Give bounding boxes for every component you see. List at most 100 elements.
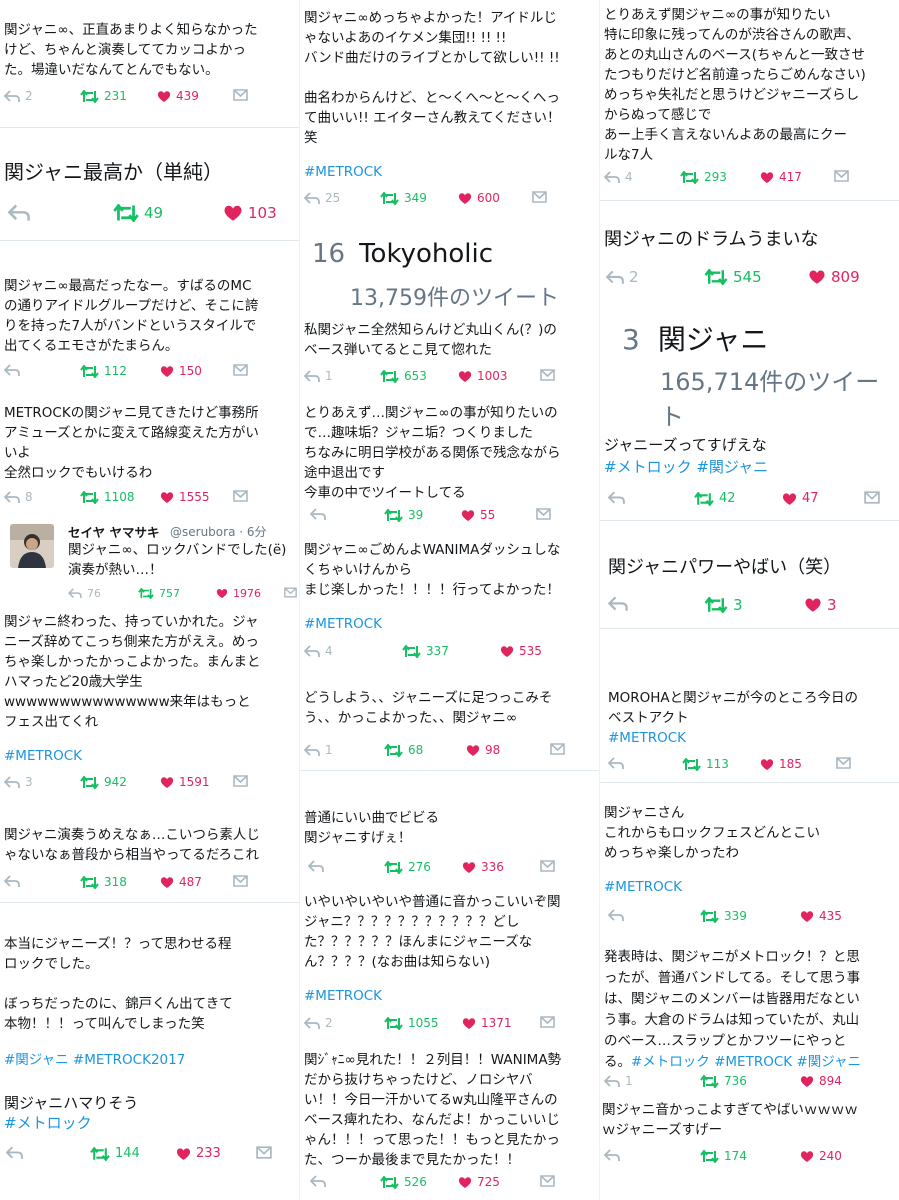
dm-button[interactable] [550, 743, 565, 755]
dm-button[interactable] [233, 89, 248, 101]
like-button[interactable]: 439 [157, 89, 199, 103]
retweet-button[interactable]: 526 [380, 1175, 427, 1189]
retweet-button[interactable]: 1055 [384, 1016, 439, 1030]
retweet-button[interactable]: 49 [113, 204, 163, 222]
reply-button[interactable]: 2 [304, 1016, 333, 1030]
like-button[interactable]: 809 [808, 268, 860, 286]
tweet-card[interactable]: いやいやいやいや普通に音かっこいいぞ関 ジャニ？？？？？？？？？？？どし た？？… [304, 892, 598, 1006]
tweet-card[interactable]: 普通にいい曲でビビる 関ジャニすげぇ！ [304, 808, 598, 848]
avatar[interactable] [10, 524, 54, 568]
dm-button[interactable] [834, 170, 849, 182]
tweet-hashtags[interactable]: #METROCK [304, 162, 598, 182]
tweet-hashtags[interactable]: #メトロック #METROCK #関ジャニ [631, 1054, 861, 1070]
tweet-hashtags[interactable]: #メトロック [4, 1113, 298, 1133]
tweet-card[interactable]: 関ジャニ音かっこよすぎてやばいｗｗｗｗ ｗジャニーズすげー [602, 1100, 897, 1140]
dm-button[interactable] [540, 369, 555, 381]
like-button[interactable]: 1976 [216, 587, 261, 600]
like-button[interactable]: 1371 [462, 1016, 512, 1030]
like-button[interactable]: 1555 [160, 490, 210, 504]
reply-button[interactable]: 1 [304, 369, 333, 383]
tweet-card[interactable]: 私関ジャニ全然知らんけど丸山くん(？)の ベース弾いてるとこ見て惚れた [304, 320, 598, 360]
like-button[interactable]: 3 [804, 596, 837, 614]
like-button[interactable]: 487 [160, 875, 202, 889]
reply-button[interactable]: 3 [4, 775, 33, 789]
dm-button[interactable] [284, 587, 297, 598]
retweet-button[interactable]: 293 [680, 170, 727, 184]
reply-button[interactable]: 8 [4, 490, 33, 504]
retweet-button[interactable]: 337 [402, 644, 449, 658]
user-handle[interactable]: @serubora · 6分 [170, 523, 267, 540]
tweet-hashtags[interactable]: #メトロック #関ジャニ [604, 456, 897, 478]
like-button[interactable]: 150 [160, 364, 202, 378]
tweet-card[interactable]: 関ジャニパワーやばい（笑） [608, 556, 897, 580]
retweet-button[interactable]: 3 [704, 596, 743, 614]
retweet-button[interactable]: 757 [138, 587, 180, 600]
like-button[interactable]: 185 [760, 757, 802, 771]
like-button[interactable]: 55 [461, 508, 495, 522]
like-button[interactable]: 1003 [458, 369, 508, 383]
like-button[interactable]: 240 [800, 1149, 842, 1163]
reply-button[interactable]: 2 [4, 89, 33, 103]
dm-button[interactable] [532, 191, 547, 203]
retweet-button[interactable]: 942 [80, 775, 127, 789]
tweet-card[interactable]: とりあえず…関ジャニ∞の事が知りたいの で…趣味垢？ジャニ垢？つくりました ちな… [304, 403, 598, 503]
tweet-card[interactable]: 関ジャニハマりそう #メトロック [4, 1093, 298, 1133]
dm-button[interactable] [536, 508, 551, 520]
dm-button[interactable] [540, 1175, 555, 1187]
reply-button[interactable] [608, 909, 624, 922]
retweet-button[interactable]: 231 [80, 89, 127, 103]
reply-button[interactable]: 1 [304, 743, 333, 757]
like-button[interactable]: 233 [176, 1146, 221, 1161]
tweet-card[interactable]: 関ジャニ∞、ロックバンドでした(ё) 演奏が熱い…！ [68, 540, 298, 580]
tweet-hashtags[interactable]: #METROCK [608, 728, 897, 748]
dm-button[interactable] [233, 775, 248, 787]
retweet-button[interactable]: 349 [380, 191, 427, 205]
reply-button[interactable] [608, 491, 625, 505]
retweet-button[interactable]: 144 [90, 1146, 140, 1161]
reply-button[interactable] [310, 508, 326, 521]
dm-button[interactable] [540, 1016, 555, 1028]
reply-button[interactable]: 1 [604, 1074, 633, 1088]
retweet-button[interactable]: 318 [80, 875, 127, 889]
like-button[interactable]: 417 [760, 170, 802, 184]
reply-button[interactable] [8, 204, 30, 222]
reply-button[interactable]: 4 [604, 170, 633, 184]
tweet-card[interactable]: 関ジャニ∞最高だったなー。すばるのMC の通りアイドルグループだけど、そこに誇 … [4, 276, 298, 356]
reply-button[interactable]: 25 [304, 191, 340, 205]
user-name[interactable]: セイヤ ヤマサキ [68, 522, 159, 541]
tweet-hashtags[interactable]: #関ジャニ #METROCK2017 [4, 1050, 298, 1070]
tweet-hashtags[interactable]: #METROCK [4, 746, 298, 766]
retweet-button[interactable]: 276 [384, 860, 431, 874]
tweet-card[interactable]: 関ジャニ終わった、持っていかれた。ジャ ニーズ辞めてこっち側来た方がええ。めっ … [4, 612, 298, 766]
like-button[interactable]: 894 [800, 1074, 842, 1088]
tweet-card[interactable]: 発表時は、関ジャニがメトロック！？と思 ったが、普通バンドしてる。そして思う事 … [604, 946, 897, 1072]
retweet-button[interactable]: 42 [694, 491, 736, 506]
tweet-card[interactable]: 関ジャニ∞ごめんよWANIMAダッシュしな くちゃいけんから まじ楽しかった！！… [304, 540, 598, 634]
like-button[interactable]: 103 [223, 204, 277, 222]
retweet-button[interactable]: 113 [682, 757, 729, 771]
reply-button[interactable] [6, 1146, 23, 1160]
tweet-card[interactable]: 関ジャニさん これからもロックフェスどんとこい めっちゃ楽しかったわ #METR… [604, 803, 897, 897]
like-button[interactable]: 535 [500, 644, 542, 658]
retweet-button[interactable]: 112 [80, 364, 127, 378]
retweet-button[interactable]: 39 [384, 508, 423, 522]
retweet-button[interactable]: 545 [704, 268, 762, 286]
tweet-card[interactable]: ジャニーズってすげえな #メトロック #関ジャニ [604, 434, 897, 478]
dm-button[interactable] [256, 1146, 272, 1159]
dm-button[interactable] [233, 364, 248, 376]
reply-button[interactable] [308, 860, 324, 873]
retweet-button[interactable]: 736 [700, 1074, 747, 1088]
reply-button[interactable] [608, 596, 628, 612]
like-button[interactable]: 98 [466, 743, 500, 757]
dm-button[interactable] [836, 757, 851, 769]
like-button[interactable]: 1591 [160, 775, 210, 789]
reply-button[interactable] [4, 875, 20, 888]
like-button[interactable]: 600 [458, 191, 500, 205]
tweet-card[interactable]: 関ジャニ∞、正直あまりよく知らなかった けど、ちゃんと演奏しててカッコよかっ た… [4, 20, 298, 80]
like-button[interactable]: 435 [800, 909, 842, 923]
reply-button[interactable] [310, 1175, 326, 1188]
reply-button[interactable] [4, 364, 20, 377]
retweet-button[interactable]: 68 [384, 743, 423, 757]
like-button[interactable]: 47 [782, 491, 819, 506]
dm-button[interactable] [233, 490, 248, 502]
